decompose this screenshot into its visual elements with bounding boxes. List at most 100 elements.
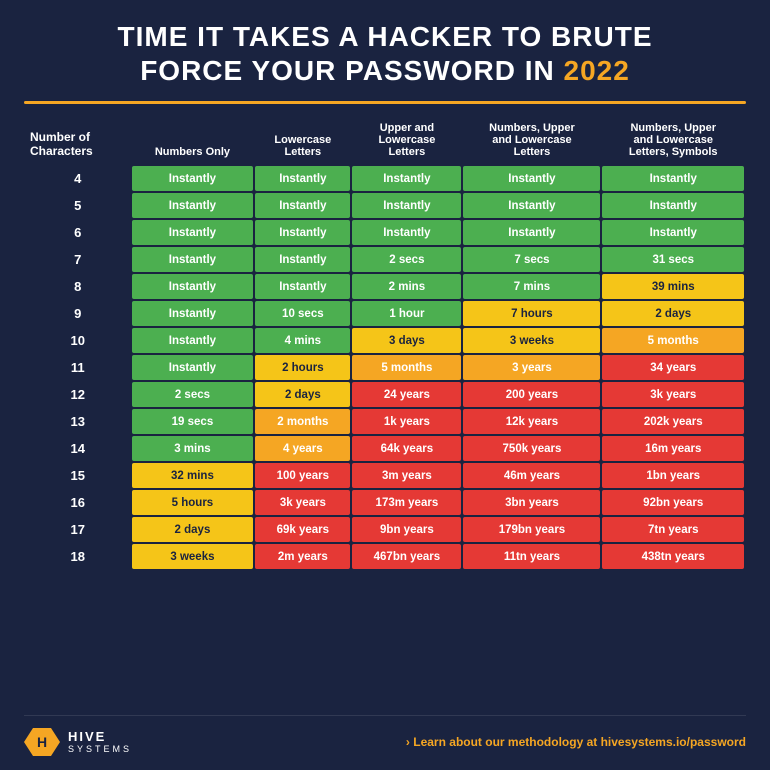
cell-lowercase: Instantly [255,274,350,299]
cell-lowercase: 4 mins [255,328,350,353]
cell-chars: 6 [26,220,130,245]
cell-lowercase: Instantly [255,247,350,272]
main-container: TIME IT TAKES A HACKER TO BRUTE FORCE YO… [0,0,770,770]
cell-num-upper-lower: 46m years [463,463,600,488]
cell-numbers-only: 2 days [132,517,254,542]
table-row: 165 hours3k years173m years3bn years92bn… [26,490,744,515]
cell-upper-lower: 2 mins [352,274,461,299]
cell-lowercase: 2m years [255,544,350,569]
table-row: 172 days69k years9bn years179bn years7tn… [26,517,744,542]
table-row: 9Instantly10 secs1 hour7 hours2 days [26,301,744,326]
cell-chars: 10 [26,328,130,353]
cell-upper-lower: 1k years [352,409,461,434]
header-num-upper-lower: Numbers, Upperand LowercaseLetters [463,116,600,164]
table-row: 5InstantlyInstantlyInstantlyInstantlyIns… [26,193,744,218]
password-table: Number ofCharacters Numbers Only Lowerca… [24,114,746,571]
cell-numbers-only: Instantly [132,247,254,272]
cell-lowercase: Instantly [255,193,350,218]
cell-upper-lower: 1 hour [352,301,461,326]
cell-lowercase: 2 months [255,409,350,434]
cell-upper-lower: 3m years [352,463,461,488]
cell-lowercase: Instantly [255,166,350,191]
title-section: TIME IT TAKES A HACKER TO BRUTE FORCE YO… [24,20,746,87]
cell-upper-lower: 2 secs [352,247,461,272]
table-row: 6InstantlyInstantlyInstantlyInstantlyIns… [26,220,744,245]
cell-num-upper-lower: 7 hours [463,301,600,326]
cell-num-upper-lower-sym: 34 years [602,355,744,380]
cell-num-upper-lower: 3bn years [463,490,600,515]
cell-chars: 4 [26,166,130,191]
cell-chars: 18 [26,544,130,569]
cell-upper-lower: 64k years [352,436,461,461]
table-row: 122 secs2 days24 years200 years3k years [26,382,744,407]
cell-numbers-only: Instantly [132,274,254,299]
cell-lowercase: 100 years [255,463,350,488]
cell-chars: 5 [26,193,130,218]
cell-upper-lower: 173m years [352,490,461,515]
cell-chars: 8 [26,274,130,299]
cell-num-upper-lower: Instantly [463,166,600,191]
cell-chars: 15 [26,463,130,488]
cell-num-upper-lower: 3 weeks [463,328,600,353]
cell-upper-lower: Instantly [352,220,461,245]
cell-num-upper-lower: 179bn years [463,517,600,542]
cell-upper-lower: 467bn years [352,544,461,569]
cell-numbers-only: 32 mins [132,463,254,488]
cell-numbers-only: 3 mins [132,436,254,461]
header-num-upper-lower-sym: Numbers, Upperand LowercaseLetters, Symb… [602,116,744,164]
cell-upper-lower: Instantly [352,193,461,218]
cell-numbers-only: Instantly [132,301,254,326]
cell-numbers-only: Instantly [132,220,254,245]
table-row: 11Instantly2 hours5 months3 years34 year… [26,355,744,380]
cell-numbers-only: Instantly [132,193,254,218]
header-numbers-only: Numbers Only [132,116,254,164]
footer-link: › Learn about our methodology at hivesys… [406,735,746,749]
cell-chars: 12 [26,382,130,407]
cell-chars: 11 [26,355,130,380]
table-row: 10Instantly4 mins3 days3 weeks5 months [26,328,744,353]
cell-numbers-only: Instantly [132,355,254,380]
cell-chars: 13 [26,409,130,434]
cell-numbers-only: Instantly [132,166,254,191]
cell-num-upper-lower: 7 secs [463,247,600,272]
logo-area: H HIVE SYSTEMS [24,724,132,760]
cell-num-upper-lower-sym: Instantly [602,220,744,245]
cell-num-upper-lower: 200 years [463,382,600,407]
table-row: 1319 secs2 months1k years12k years202k y… [26,409,744,434]
header-lowercase: LowercaseLetters [255,116,350,164]
table-header-row: Number ofCharacters Numbers Only Lowerca… [26,116,744,164]
cell-num-upper-lower-sym: 202k years [602,409,744,434]
title-line1: TIME IT TAKES A HACKER TO BRUTE [24,20,746,54]
cell-num-upper-lower-sym: 31 secs [602,247,744,272]
cell-lowercase: 2 hours [255,355,350,380]
table-row: 7InstantlyInstantly2 secs7 secs31 secs [26,247,744,272]
table-row: 8InstantlyInstantly2 mins7 mins39 mins [26,274,744,299]
divider [24,101,746,104]
logo-text: HIVE SYSTEMS [68,729,132,755]
hive-logo-icon: H [24,724,60,760]
cell-upper-lower: 24 years [352,382,461,407]
cell-num-upper-lower-sym: 3k years [602,382,744,407]
footer: H HIVE SYSTEMS › Learn about our methodo… [24,715,746,760]
header-upper-lower: Upper andLowercaseLetters [352,116,461,164]
cell-numbers-only: Instantly [132,328,254,353]
table-row: 183 weeks2m years467bn years11tn years43… [26,544,744,569]
cell-upper-lower: 9bn years [352,517,461,542]
cell-upper-lower: 3 days [352,328,461,353]
table-row: 1532 mins100 years3m years46m years1bn y… [26,463,744,488]
cell-upper-lower: Instantly [352,166,461,191]
cell-num-upper-lower: Instantly [463,193,600,218]
cell-chars: 16 [26,490,130,515]
cell-lowercase: 3k years [255,490,350,515]
title-line2: FORCE YOUR PASSWORD IN 2022 [24,54,746,88]
cell-chars: 9 [26,301,130,326]
cell-num-upper-lower-sym: 39 mins [602,274,744,299]
cell-chars: 14 [26,436,130,461]
cell-num-upper-lower-sym: 1bn years [602,463,744,488]
cell-num-upper-lower-sym: Instantly [602,193,744,218]
cell-numbers-only: 2 secs [132,382,254,407]
cell-num-upper-lower: 12k years [463,409,600,434]
cell-num-upper-lower: 750k years [463,436,600,461]
cell-num-upper-lower-sym: 2 days [602,301,744,326]
header-chars: Number ofCharacters [26,116,130,164]
